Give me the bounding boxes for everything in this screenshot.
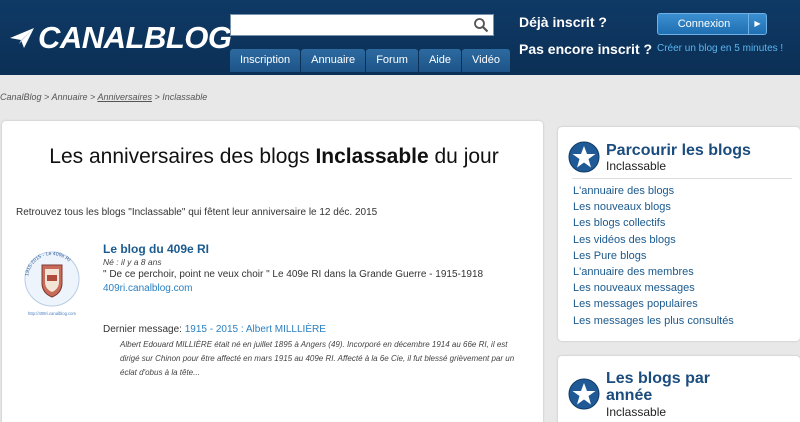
sidebar-link-popular-messages[interactable]: Les messages populaires <box>573 296 734 312</box>
blog-title-link[interactable]: Le blog du 409e RI <box>103 242 209 256</box>
breadcrumb-separator: > <box>151 92 163 102</box>
breadcrumb-anniversaries[interactable]: Anniversaires <box>97 92 152 102</box>
blogs-by-year-panel: Les blogs par année Inclassable <box>558 356 800 422</box>
search-input[interactable] <box>230 14 494 36</box>
blog-thumbnail[interactable]: 1915-2015 - Le 409e RI http://409ri.cana… <box>20 245 84 317</box>
sidebar-link-most-viewed[interactable]: Les messages les plus consultés <box>573 313 734 329</box>
sidebar-link-pure-blogs[interactable]: Les Pure blogs <box>573 248 734 264</box>
page-title-prefix: Les anniversaires des blogs <box>49 145 316 168</box>
breadcrumb-separator: > <box>87 92 98 102</box>
star-icon <box>568 378 600 410</box>
sidebar-link-blog-videos[interactable]: Les vidéos des blogs <box>573 232 734 248</box>
breadcrumb-directory[interactable]: Annuaire <box>51 92 87 102</box>
not-registered-label: Pas encore inscrit ? <box>519 41 653 57</box>
main-nav: Inscription Annuaire Forum Aide Vidéo <box>230 49 511 72</box>
login-button-label: Connexion <box>677 18 731 30</box>
nav-inscription[interactable]: Inscription <box>230 49 301 72</box>
sidebar-link-collective-blogs[interactable]: Les blogs collectifs <box>573 215 734 231</box>
page-title: Les anniversaires des blogs Inclassable … <box>14 145 534 169</box>
site-header: CANALBLOG Inscription Annuaire Forum Aid… <box>0 0 800 75</box>
blogs-by-year-title: Les blogs par année <box>606 370 711 404</box>
nav-aide[interactable]: Aide <box>418 49 461 72</box>
nav-video[interactable]: Vidéo <box>462 49 510 72</box>
sidebar-link-new-blogs[interactable]: Les nouveaux blogs <box>573 199 734 215</box>
breadcrumb-separator: > <box>41 92 52 102</box>
breadcrumb-home[interactable]: CanalBlog <box>0 92 42 102</box>
blog-age: Né : il y a 8 ans <box>103 257 162 267</box>
last-message-label: Dernier message: <box>103 324 185 335</box>
last-message: Dernier message: 1915 - 2015 : Albert MI… <box>103 324 326 335</box>
browse-blogs-panel: Parcourir les blogs Inclassable L'annuai… <box>558 127 800 341</box>
logo-text: CANALBLOG <box>38 20 232 55</box>
browse-blogs-category: Inclassable <box>606 159 667 173</box>
message-excerpt: Albert Edouard MILLIÈRE était né en juil… <box>120 340 515 377</box>
nav-annuaire[interactable]: Annuaire <box>301 49 366 72</box>
browse-blogs-title: Parcourir les blogs <box>606 142 751 159</box>
sidebar-link-blog-directory[interactable]: L'annuaire des blogs <box>573 183 734 199</box>
sidebar-link-new-messages[interactable]: Les nouveaux messages <box>573 280 734 296</box>
browse-links-list: L'annuaire des blogs Les nouveaux blogs … <box>573 183 734 329</box>
search-icon[interactable] <box>473 17 489 33</box>
breadcrumb: CanalBlog > Annuaire > Anniversaires > I… <box>0 92 207 102</box>
star-icon <box>568 141 600 173</box>
already-registered-label: Déjà inscrit ? <box>519 14 607 30</box>
thumb-url-text: http://409ri.canalblog.com <box>28 311 76 316</box>
last-message-link[interactable]: 1915 - 2015 : Albert MILLLIÈRE <box>185 324 326 335</box>
nav-forum[interactable]: Forum <box>366 49 418 72</box>
blog-url-link[interactable]: 409ri.canalblog.com <box>103 283 193 294</box>
intro-text: Retrouvez tous les blogs "Inclassable" q… <box>16 207 378 218</box>
sidebar-link-member-directory[interactable]: L'annuaire des membres <box>573 264 734 280</box>
canalblog-logo[interactable]: CANALBLOG <box>8 18 232 58</box>
main-content: Les anniversaires des blogs Inclassable … <box>2 121 543 422</box>
blog-description: " De ce perchoir, point ne veux choir " … <box>103 269 484 280</box>
create-blog-link[interactable]: Créer un blog en 5 minutes ! <box>657 43 783 54</box>
paper-plane-icon <box>10 28 34 48</box>
divider <box>572 178 792 179</box>
breadcrumb-current: Inclassable <box>162 92 208 102</box>
play-arrow-icon: ▶ <box>748 14 766 34</box>
login-button[interactable]: Connexion ▶ <box>657 13 767 35</box>
page-title-category: Inclassable <box>315 145 429 168</box>
page-title-suffix: du jour <box>428 145 499 168</box>
blogs-by-year-category: Inclassable <box>606 405 667 419</box>
